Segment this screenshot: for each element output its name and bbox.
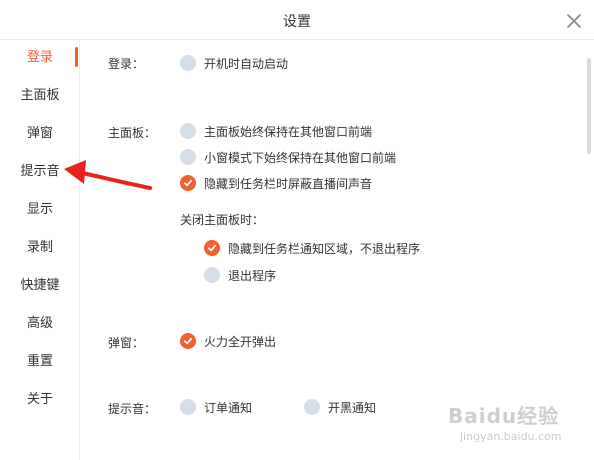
option-label: 隐藏到任务栏时屏蔽直播间声音 <box>204 176 373 191</box>
baidu-watermark: Baidu经验 jingyan.baidu.com <box>448 400 588 456</box>
watermark-url: jingyan.baidu.com <box>460 430 562 443</box>
option-label: 开黑通知 <box>328 400 377 415</box>
unchecked-radio[interactable] <box>180 149 196 165</box>
scrollbar-thumb[interactable] <box>587 58 591 154</box>
option-label: 小窗模式下始终保持在其他窗口前端 <box>204 150 397 165</box>
sidebar-item-record[interactable]: 录制 <box>0 236 80 260</box>
sidebar-item-main-panel[interactable]: 主面板 <box>0 84 80 108</box>
check-icon[interactable] <box>180 175 196 191</box>
option-label: 隐藏到任务栏通知区域，不退出程序 <box>228 241 421 256</box>
unchecked-radio[interactable] <box>180 399 196 415</box>
option-label: 开机时自动启动 <box>204 56 289 71</box>
sound-section-label: 提示音： <box>108 402 157 416</box>
mute-when-hidden-option[interactable]: 隐藏到任务栏时屏蔽直播间声音 <box>180 174 372 192</box>
sidebar-item-hotkeys[interactable]: 快捷键 <box>0 274 80 298</box>
unchecked-radio[interactable] <box>180 55 196 71</box>
check-icon[interactable] <box>180 333 196 349</box>
option-label: 订单通知 <box>204 400 253 415</box>
full-fire-popup-option[interactable]: 火力全开弹出 <box>180 332 276 350</box>
settings-sidebar: 登录 主面板 弹窗 提示音 显示 录制 快捷键 高级 重置 关于 <box>0 40 80 460</box>
exit-program-option[interactable]: 退出程序 <box>204 266 276 284</box>
sidebar-item-about[interactable]: 关于 <box>0 388 80 412</box>
sidebar-active-indicator <box>75 47 78 67</box>
unchecked-radio[interactable] <box>180 123 196 139</box>
close-icon[interactable] <box>565 12 583 30</box>
sidebar-item-reset[interactable]: 重置 <box>0 350 80 374</box>
annotation-arrow <box>64 160 152 190</box>
sidebar-item-popup[interactable]: 弹窗 <box>0 122 80 146</box>
panel-always-on-top-option[interactable]: 主面板始终保持在其他窗口前端 <box>180 122 372 140</box>
option-label: 退出程序 <box>228 268 277 283</box>
unchecked-radio[interactable] <box>204 267 220 283</box>
hide-to-tray-option[interactable]: 隐藏到任务栏通知区域，不退出程序 <box>204 239 420 257</box>
main-panel-section-label: 主面板： <box>108 126 157 140</box>
login-section-label: 登录： <box>108 57 145 71</box>
check-icon[interactable] <box>204 240 220 256</box>
option-label: 火力全开弹出 <box>204 334 277 349</box>
window-title: 设置 <box>283 14 311 30</box>
sidebar-item-display[interactable]: 显示 <box>0 198 80 222</box>
sidebar-item-advanced[interactable]: 高级 <box>0 312 80 336</box>
order-notice-option[interactable]: 订单通知 <box>180 398 252 416</box>
sidebar-item-sound[interactable]: 提示音 <box>0 160 80 184</box>
sidebar-item-login[interactable]: 登录 <box>0 46 80 70</box>
option-label: 主面板始终保持在其他窗口前端 <box>204 124 373 139</box>
watermark-brand: Baidu经验 <box>448 404 560 428</box>
unchecked-radio[interactable] <box>304 399 320 415</box>
mini-window-on-top-option[interactable]: 小窗模式下始终保持在其他窗口前端 <box>180 148 396 166</box>
close-panel-behavior-label: 关闭主面板时： <box>180 213 265 227</box>
popup-section-label: 弹窗： <box>108 336 145 350</box>
team-notice-option[interactable]: 开黑通知 <box>304 398 376 416</box>
title-bar: 设置 <box>0 0 594 40</box>
auto-start-option[interactable]: 开机时自动启动 <box>180 54 288 72</box>
